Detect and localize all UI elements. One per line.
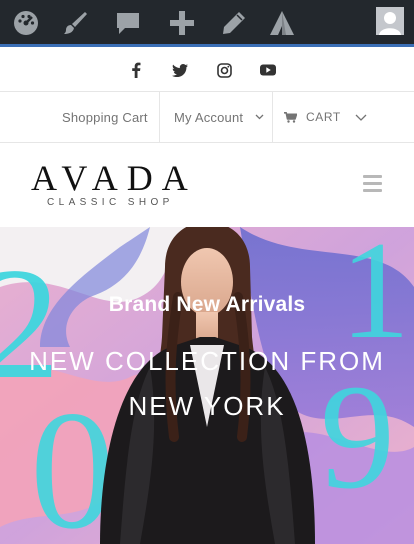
youtube-icon[interactable] — [259, 61, 277, 79]
secondary-menu: Shopping Cart My Account CART — [0, 92, 414, 143]
twitter-icon[interactable] — [171, 61, 189, 79]
menu-divider — [159, 92, 160, 142]
site-header: AVADA CLASSIC SHOP — [0, 143, 414, 227]
chevron-down-icon — [355, 114, 367, 121]
dashboard-icon[interactable] — [10, 7, 42, 39]
avada-logo-icon[interactable] — [266, 7, 298, 39]
menu-cart-label: CART — [306, 110, 341, 124]
instagram-icon[interactable] — [215, 61, 233, 79]
cart-icon — [284, 111, 297, 123]
logo-subtitle: CLASSIC SHOP — [47, 197, 174, 208]
hero-title: NEW COLLECTION FROM NEW YORK — [0, 339, 414, 429]
menu-shopping-cart-label: Shopping Cart — [62, 109, 148, 125]
comments-icon[interactable] — [112, 7, 144, 39]
customize-brush-icon[interactable] — [60, 7, 92, 39]
chevron-down-icon — [255, 114, 264, 120]
hero-title-line-1: NEW COLLECTION FROM — [29, 346, 385, 376]
admin-bar — [0, 0, 414, 46]
edit-pencil-icon[interactable] — [218, 7, 250, 39]
menu-shopping-cart[interactable]: Shopping Cart — [62, 92, 148, 142]
hero-title-line-2: NEW YORK — [128, 391, 286, 421]
logo-title: AVADA — [31, 158, 197, 198]
menu-my-account[interactable]: My Account — [174, 92, 264, 142]
new-content-icon[interactable] — [166, 7, 198, 39]
social-links-bar — [0, 47, 414, 92]
menu-divider — [272, 92, 273, 142]
hero-subtitle: Brand New Arrivals — [108, 293, 306, 316]
menu-cart[interactable]: CART — [284, 92, 367, 142]
menu-my-account-label: My Account — [174, 109, 244, 125]
hamburger-menu-icon[interactable] — [363, 175, 382, 192]
user-avatar-icon[interactable] — [376, 7, 404, 35]
facebook-icon[interactable] — [127, 61, 145, 79]
hero-banner: 2 1 0 9 Brand New Arrivals NEW COLLECTIO… — [0, 227, 414, 544]
